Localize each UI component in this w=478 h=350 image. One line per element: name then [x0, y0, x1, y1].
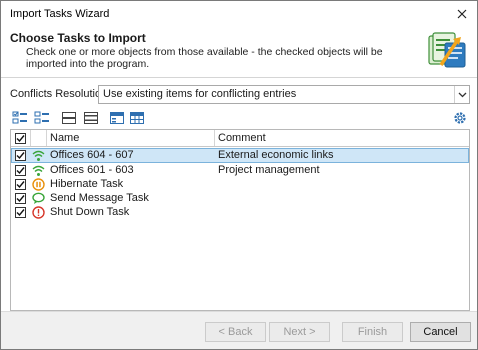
wifi-icon: [32, 165, 45, 176]
wifi-icon: [32, 150, 45, 161]
title-bar: Import Tasks Wizard: [1, 1, 477, 28]
row-name: Shut Down Task: [50, 206, 130, 218]
window-title: Import Tasks Wizard: [10, 8, 110, 20]
table-row[interactable]: Hibernate Task: [11, 177, 469, 192]
table-row[interactable]: Offices 601 - 603 Project management: [11, 163, 469, 178]
wizard-footer: < Back Next > Finish Cancel: [1, 311, 477, 349]
table-row[interactable]: Shut Down Task: [11, 205, 469, 220]
close-icon: [457, 9, 467, 19]
header-divider: [1, 77, 477, 78]
page-description: Check one or more objects from those ava…: [26, 46, 383, 70]
row-checkbox[interactable]: [15, 150, 26, 161]
row-checkbox[interactable]: [15, 193, 26, 204]
comment-column-header[interactable]: Comment: [215, 130, 469, 146]
row-name: Offices 601 - 603: [50, 164, 134, 176]
row-checkbox[interactable]: [15, 207, 26, 218]
conflicts-resolution-label: Conflicts Resolution:: [10, 88, 111, 100]
message-icon: [32, 192, 45, 204]
chevron-down-icon[interactable]: [454, 86, 469, 103]
conflicts-resolution-select[interactable]: Use existing items for conflicting entri…: [98, 85, 470, 104]
table-row[interactable]: Offices 604 - 607 External economic link…: [11, 148, 469, 163]
columns-icon[interactable]: [109, 110, 125, 126]
tasks-grid: Name Comment Offices 604 - 607 External …: [10, 129, 470, 311]
back-button[interactable]: < Back: [205, 322, 266, 342]
finish-button[interactable]: Finish: [342, 322, 403, 342]
close-button[interactable]: [447, 1, 477, 27]
row-name: Offices 604 - 607: [50, 149, 134, 161]
row-checkbox[interactable]: [15, 165, 26, 176]
row-checkbox[interactable]: [15, 179, 26, 190]
gear-icon[interactable]: [452, 110, 468, 126]
row-name: Send Message Task: [50, 192, 149, 204]
import-wizard-icon: [428, 32, 466, 68]
wizard-header: Choose Tasks to Import Check one or more…: [1, 28, 477, 78]
row-comment: External economic links: [218, 149, 334, 161]
table-row[interactable]: Send Message Task: [11, 191, 469, 206]
page-title: Choose Tasks to Import: [10, 31, 146, 45]
pause-icon: [32, 178, 45, 191]
table-view-icon[interactable]: [129, 110, 145, 126]
conflicts-resolution-value: Use existing items for conflicting entri…: [103, 88, 297, 100]
grid-toolbar: [10, 109, 470, 129]
select-all-checkbox[interactable]: [15, 132, 26, 144]
expand-rows-icon[interactable]: [61, 110, 77, 126]
uncheck-all-icon[interactable]: [34, 110, 50, 126]
cancel-button[interactable]: Cancel: [410, 322, 471, 342]
collapse-rows-icon[interactable]: [83, 110, 99, 126]
import-tasks-window: Import Tasks Wizard Choose Tasks to Impo…: [0, 0, 478, 350]
row-comment: Project management: [218, 164, 320, 176]
row-name: Hibernate Task: [50, 178, 124, 190]
select-all-checkbox-cell[interactable]: [11, 130, 31, 146]
check-all-icon[interactable]: [12, 110, 28, 126]
next-button[interactable]: Next >: [269, 322, 330, 342]
grid-header: Name Comment: [11, 130, 469, 147]
icon-column-header: [31, 130, 47, 146]
shutdown-icon: [32, 206, 45, 219]
name-column-header[interactable]: Name: [47, 130, 215, 146]
